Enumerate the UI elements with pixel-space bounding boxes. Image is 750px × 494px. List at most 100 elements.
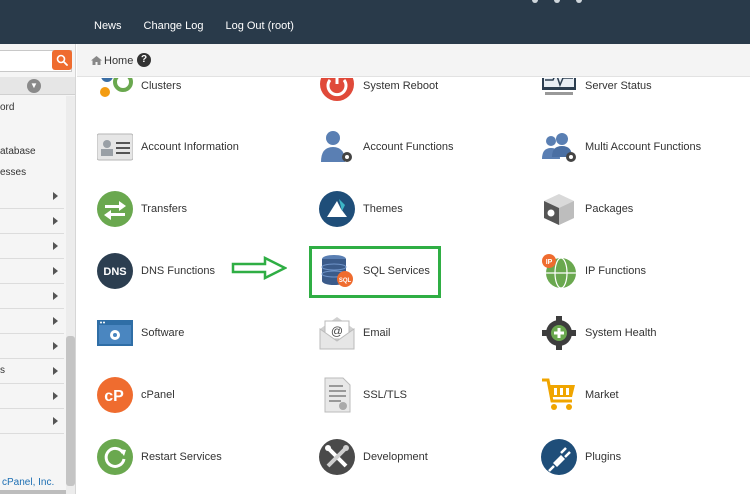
tile-label: Development <box>363 451 428 463</box>
tile-label: Multi Account Functions <box>585 141 702 153</box>
tile-market[interactable]: Market <box>541 375 619 415</box>
tile-software[interactable]: Software <box>97 313 184 353</box>
search-button[interactable] <box>52 50 72 70</box>
tile-label: Market <box>585 389 619 401</box>
tile-packages[interactable]: Packages <box>541 189 633 229</box>
globe-ip-icon: IP <box>542 254 576 289</box>
tile-label: Plugins <box>585 451 622 463</box>
tile-cpanel[interactable]: cP cPanel <box>97 375 175 415</box>
package-box-icon <box>544 194 574 225</box>
sidebar-nav-row[interactable] <box>0 234 64 259</box>
tile-label: cPanel <box>141 389 175 401</box>
sidebar-nav-row[interactable] <box>0 309 64 334</box>
sidebar-nav-row[interactable] <box>0 259 64 284</box>
tile-label: Account Functions <box>363 141 454 153</box>
svg-text:IP: IP <box>546 259 553 266</box>
transfer-arrows-icon <box>97 191 133 227</box>
cpanel-inc-link[interactable]: cPanel, Inc. <box>2 477 54 488</box>
tile-multi-account-functions[interactable]: Multi Account Functions <box>541 127 701 167</box>
shopping-cart-icon <box>542 378 575 410</box>
news-link[interactable]: News <box>94 20 122 32</box>
collapse-row: ▼ <box>0 77 75 95</box>
tile-label: Server Status <box>585 80 652 92</box>
sidebar-nav-row[interactable]: s <box>0 359 64 384</box>
tile-label: IP Functions <box>585 265 646 277</box>
tile-label: Packages <box>585 203 634 215</box>
tile-ssl-tls[interactable]: SSL/TLS <box>319 375 407 415</box>
breadcrumb: Home ? <box>77 44 750 77</box>
tile-label: Account Information <box>141 141 239 153</box>
home-icon[interactable] <box>91 56 102 65</box>
tile-label: DNS Functions <box>141 265 215 277</box>
svg-text:@: @ <box>331 324 343 338</box>
chevron-right-icon <box>53 317 58 325</box>
id-card-icon <box>97 133 133 161</box>
tile-label: SSL/TLS <box>363 389 408 401</box>
sidebar-nav-row[interactable] <box>0 284 64 309</box>
chevron-right-icon <box>53 417 58 425</box>
cpanel-logo-icon: cP <box>97 377 133 413</box>
tile-account-information[interactable]: Account Information <box>97 127 239 167</box>
chevron-right-icon <box>53 342 58 350</box>
breadcrumb-home[interactable]: Home <box>104 55 133 67</box>
tile-server-status[interactable]: Server Status <box>541 78 652 106</box>
tile-system-reboot[interactable]: System Reboot <box>319 78 438 106</box>
tile-restart-services[interactable]: Restart Services <box>97 437 222 477</box>
sidebar-horizontal-scrollbar[interactable] <box>0 490 66 494</box>
tile-email[interactable]: @ Email <box>319 313 391 353</box>
sidebar-row-label: s <box>0 365 5 376</box>
power-icon <box>320 78 354 101</box>
main-content: Clusters System Reboot Server Status Acc… <box>77 78 750 494</box>
tile-label: System Reboot <box>363 80 439 92</box>
chevron-down-icon[interactable]: ▼ <box>27 79 41 93</box>
tile-account-functions[interactable]: Account Functions <box>319 127 454 167</box>
tile-ip-functions[interactable]: IP IP Functions <box>541 251 646 291</box>
sidebar-subitem[interactable]: ord <box>0 102 14 113</box>
clusters-icon <box>100 78 133 97</box>
sidebar-nav-row[interactable] <box>0 209 64 234</box>
tile-label: Transfers <box>141 203 188 215</box>
plug-icon <box>541 439 577 475</box>
tile-development[interactable]: Development <box>319 437 428 477</box>
sidebar-nav-row[interactable] <box>0 184 64 209</box>
tile-label: Software <box>141 327 185 339</box>
sidebar-scrollbar-thumb[interactable] <box>66 336 75 486</box>
monitor-pulse-icon <box>542 78 576 95</box>
tile-dns-functions[interactable]: DNS DNS Functions <box>97 251 215 291</box>
restart-circle-icon <box>97 439 133 475</box>
dns-icon: DNS <box>97 253 133 289</box>
sidebar-nav-row[interactable] <box>0 409 64 434</box>
tile-label: Email <box>363 327 391 339</box>
top-nav: News Change Log Log Out (root) <box>94 20 316 32</box>
top-cut-off-items <box>532 0 732 4</box>
tile-label: Themes <box>363 203 403 215</box>
sidebar-nav-row[interactable] <box>0 384 64 409</box>
user-gear-icon <box>321 131 352 162</box>
chevron-right-icon <box>53 392 58 400</box>
tile-label: Clusters <box>141 80 182 92</box>
tile-themes[interactable]: Themes <box>319 189 403 229</box>
sidebar-subitem[interactable]: atabase <box>0 146 36 157</box>
logout-link[interactable]: Log Out (root) <box>225 20 293 32</box>
svg-text:cP: cP <box>104 388 124 405</box>
help-icon[interactable]: ? <box>137 53 151 67</box>
tile-transfers[interactable]: Transfers <box>97 189 187 229</box>
changelog-link[interactable]: Change Log <box>144 20 204 32</box>
arrow-right-icon <box>231 256 287 280</box>
sidebar-nav-row[interactable] <box>0 334 64 359</box>
tile-system-health[interactable]: System Health <box>541 313 657 353</box>
tile-plugins[interactable]: Plugins <box>541 437 621 477</box>
chevron-right-icon <box>53 192 58 200</box>
certificate-doc-icon <box>324 377 351 413</box>
chevron-right-icon <box>53 267 58 275</box>
email-envelope-icon: @ <box>319 317 355 350</box>
sidebar-subitem[interactable]: esses <box>0 167 26 178</box>
tile-label: Restart Services <box>141 451 222 463</box>
software-window-icon <box>97 320 133 346</box>
tile-clusters[interactable]: Clusters <box>97 78 181 106</box>
svg-text:DNS: DNS <box>103 266 126 278</box>
chevron-right-icon <box>53 367 58 375</box>
themes-icon <box>319 191 355 227</box>
users-gear-icon <box>542 133 576 162</box>
chevron-right-icon <box>53 292 58 300</box>
